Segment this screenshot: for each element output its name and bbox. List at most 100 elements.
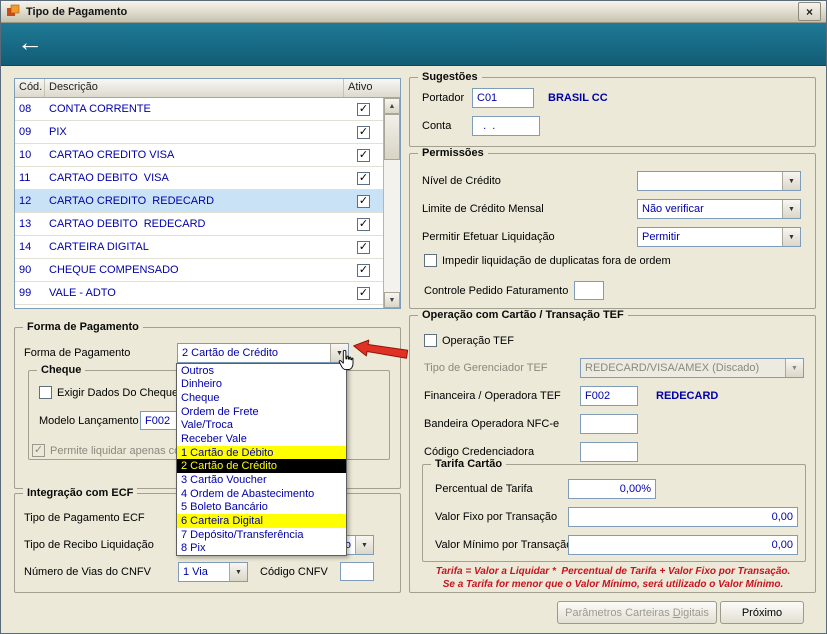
dropdown-item[interactable]: Dinheiro	[177, 378, 346, 392]
back-button[interactable]: ←	[17, 27, 43, 57]
table-row[interactable]: 14CARTEIRA DIGITAL✓	[15, 236, 383, 259]
payment-types-grid: Cód. Descrição Ativo 08CONTA CORRENTE✓09…	[14, 78, 401, 309]
proximo-button[interactable]: Próximo	[720, 601, 804, 624]
permite-liquidar-row: ✓ Permite liquidar apenas con	[32, 444, 186, 457]
scroll-up-button[interactable]: ▲	[384, 98, 400, 114]
gerenciador-tef-label: Tipo de Gerenciador TEF	[424, 362, 548, 374]
payment-type-dropdown: OutrosDinheiroChequeOrdem de FreteVale/T…	[176, 363, 347, 556]
valor-fixo-field[interactable]: 0,00	[568, 507, 798, 527]
button-label: igitais	[681, 607, 709, 619]
table-row[interactable]: 11CARTAO DEBITO VISA✓	[15, 167, 383, 190]
dropdown-item[interactable]: Ordem de Frete	[177, 405, 346, 419]
dropdown-item[interactable]: Receber Vale	[177, 432, 346, 446]
portador-field[interactable]: C01	[472, 88, 534, 108]
codigo-credenciadora-field[interactable]	[580, 442, 638, 462]
dropdown-item[interactable]: 1 Cartão de Débito	[177, 446, 346, 460]
table-row[interactable]: 99VALE - ADTO✓	[15, 282, 383, 305]
cursor-hand-icon	[337, 350, 354, 376]
ativo-checkbox[interactable]: ✓	[357, 241, 370, 254]
row-ativo-cell: ✓	[344, 264, 383, 277]
valor-minimo-field[interactable]: 0,00	[568, 535, 798, 555]
permitir-liquidacao-combo[interactable]: Permitir ▼	[637, 227, 801, 247]
ativo-checkbox[interactable]: ✓	[357, 149, 370, 162]
codigo-cnfv-field[interactable]	[340, 562, 374, 581]
row-descricao: CARTAO CREDITO VISA	[45, 149, 344, 161]
forma-pagamento-label: Forma de Pagamento	[24, 347, 130, 359]
ativo-checkbox[interactable]: ✓	[357, 195, 370, 208]
group-title-cheque: Cheque	[37, 364, 85, 377]
table-row[interactable]: 13CARTAO DEBITO REDECARD✓	[15, 213, 383, 236]
limite-credito-combo[interactable]: Não verificar ▼	[637, 199, 801, 219]
dropdown-item[interactable]: 5 Boleto Bancário	[177, 500, 346, 514]
valor-minimo-label: Valor Mínimo por Transação	[435, 539, 572, 551]
dropdown-item[interactable]: 3 Cartão Voucher	[177, 473, 346, 487]
bandeira-operadora-field[interactable]	[580, 414, 638, 434]
chevron-down-icon[interactable]: ▼	[355, 536, 373, 554]
exigir-dados-cheque-checkbox[interactable]	[39, 386, 52, 399]
scroll-up-icon: ▲	[389, 103, 396, 110]
dropdown-item[interactable]: 6 Carteira Digital	[177, 514, 346, 528]
column-header-descricao[interactable]: Descrição	[45, 79, 344, 97]
row-descricao: CARTAO CREDITO REDECARD	[45, 195, 344, 207]
group-title-sugestoes: Sugestões	[418, 71, 482, 84]
bandeira-operadora-label: Bandeira Operadora NFC-e	[424, 418, 559, 430]
chevron-down-icon[interactable]: ▼	[229, 563, 247, 581]
table-row[interactable]: 12CARTAO CREDITO REDECARD✓	[15, 190, 383, 213]
chevron-down-icon[interactable]: ▼	[782, 200, 800, 218]
operacao-tef-row: Operação TEF	[424, 334, 514, 347]
dropdown-item[interactable]: 2 Cartão de Crédito	[177, 459, 346, 473]
scroll-down-button[interactable]: ▼	[384, 292, 400, 308]
group-title-operacao: Operação com Cartão / Transação TEF	[418, 309, 628, 322]
ativo-checkbox[interactable]: ✓	[357, 218, 370, 231]
row-descricao: CARTAO DEBITO VISA	[45, 172, 344, 184]
button-accesskey: D	[673, 607, 681, 619]
scroll-thumb[interactable]	[384, 114, 400, 160]
controle-pedido-field[interactable]	[574, 281, 604, 300]
ativo-checkbox[interactable]: ✓	[357, 287, 370, 300]
impedir-liquidacao-row: Impedir liquidação de duplicatas fora de…	[424, 254, 671, 267]
exigir-dados-cheque-label: Exigir Dados Do Cheque	[57, 387, 178, 399]
chevron-down-icon[interactable]: ▼	[782, 172, 800, 190]
button-label: Parâmetros Carteiras	[565, 607, 673, 619]
column-header-ativo[interactable]: Ativo	[344, 79, 400, 97]
dropdown-item[interactable]: Cheque	[177, 391, 346, 405]
operacao-tef-checkbox[interactable]	[424, 334, 437, 347]
check-icon: ✓	[34, 445, 43, 456]
row-code: 90	[15, 264, 45, 276]
nivel-credito-combo[interactable]: ▼	[637, 171, 801, 191]
dropdown-item[interactable]: Vale/Troca	[177, 419, 346, 433]
parametros-carteiras-digitais-button[interactable]: Parâmetros Carteiras Digitais	[557, 601, 717, 624]
financeira-operadora-label: Financeira / Operadora TEF	[424, 390, 561, 402]
financeira-operadora-field[interactable]: F002	[580, 386, 638, 406]
table-row[interactable]: 10CARTAO CREDITO VISA✓	[15, 144, 383, 167]
ativo-checkbox[interactable]: ✓	[357, 264, 370, 277]
percentual-tarifa-field[interactable]: 0,00%	[568, 479, 656, 499]
ativo-checkbox[interactable]: ✓	[357, 126, 370, 139]
conta-label: Conta	[422, 120, 451, 132]
dropdown-item[interactable]: 7 Depósito/Transferência	[177, 528, 346, 542]
table-row[interactable]: 09PIX✓	[15, 121, 383, 144]
forma-pagamento-combo[interactable]: 2 Cartão de Crédito ▼	[177, 343, 349, 363]
grid-body: 08CONTA CORRENTE✓09PIX✓10CARTAO CREDITO …	[15, 98, 383, 308]
conta-field[interactable]: . .	[472, 116, 540, 136]
permite-liquidar-checkbox[interactable]: ✓	[32, 444, 45, 457]
permite-liquidar-label: Permite liquidar apenas con	[50, 445, 186, 457]
table-row[interactable]: 90CHEQUE COMPENSADO ✓	[15, 259, 383, 282]
table-row[interactable]: 08CONTA CORRENTE✓	[15, 98, 383, 121]
numero-vias-combo[interactable]: 1 Via ▼	[178, 562, 248, 582]
ativo-checkbox[interactable]: ✓	[357, 172, 370, 185]
grid-scrollbar[interactable]: ▲ ▼	[383, 98, 400, 308]
close-button[interactable]: ×	[798, 2, 821, 21]
codigo-credenciadora-label: Código Credenciadora	[424, 446, 534, 458]
codigo-cnfv-label: Código CNFV	[260, 566, 328, 578]
chevron-down-icon[interactable]: ▼	[782, 228, 800, 246]
impedir-liquidacao-checkbox[interactable]	[424, 254, 437, 267]
ativo-checkbox[interactable]: ✓	[357, 103, 370, 116]
dropdown-item[interactable]: 4 Ordem de Abastecimento	[177, 487, 346, 501]
row-ativo-cell: ✓	[344, 218, 383, 231]
column-header-cod[interactable]: Cód.	[15, 79, 45, 97]
dropdown-item[interactable]: Outros	[177, 364, 346, 378]
dropdown-item[interactable]: 8 Pix	[177, 541, 346, 555]
row-descricao: CHEQUE COMPENSADO	[45, 264, 344, 276]
group-title-permissoes: Permissões	[418, 147, 488, 160]
